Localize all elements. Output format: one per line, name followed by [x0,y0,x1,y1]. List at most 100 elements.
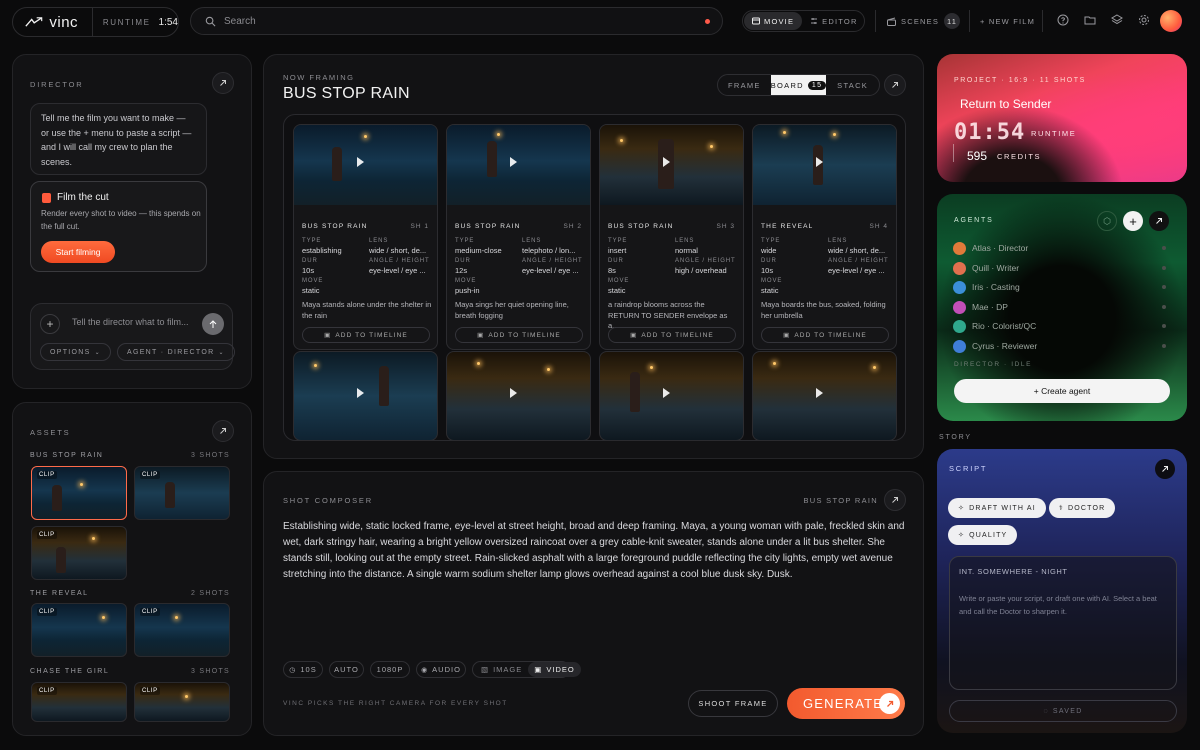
type-label: TYPE [608,238,628,244]
play-icon[interactable] [357,388,364,398]
dur-label: DUR [302,258,318,264]
asset-clip[interactable]: CLIP [31,526,127,580]
agent-item[interactable]: Mae · DP [953,300,1008,314]
assets-expand-button[interactable] [212,420,234,442]
lens-value: telephoto / lon... [522,246,576,255]
shot-card[interactable]: BUS STOP RAIN SH 1 TYPE establishing LEN… [293,124,438,350]
lamp-glow [773,362,776,365]
audio-chip[interactable]: ◉ AUDIO [416,661,466,678]
agent-dropdown[interactable]: AGENT · DIRECTOR ⌄ [117,343,235,361]
gear-icon[interactable] [1138,14,1150,26]
search-input[interactable] [224,15,694,27]
new-film-button[interactable]: + NEW FILM [980,10,1035,32]
agent-item[interactable]: Quill · Writer [953,261,1019,275]
script-expand-button[interactable] [1155,459,1175,479]
dur-label: DUR [608,258,624,264]
asset-clip[interactable]: CLIP [31,682,127,722]
image-option[interactable]: ▧ IMAGE [475,662,528,677]
play-icon[interactable] [816,388,823,398]
asset-clip[interactable]: CLIP [134,682,230,722]
hexagon-icon[interactable]: ⬡ [1097,211,1117,231]
shot-expand-button[interactable] [884,489,906,511]
lens-value: normal [675,246,698,255]
shot-prompt[interactable]: Establishing wide, static locked frame, … [283,519,908,583]
doctor-button[interactable]: ⚕ DOCTOR [1049,498,1116,518]
agent-item[interactable]: Iris · Casting [953,280,1020,294]
shot-card[interactable]: THE REVEAL SH 4 TYPE wide LENS wide / sh… [752,124,897,350]
play-icon[interactable] [816,157,823,167]
brand-name[interactable]: vinc [49,14,78,31]
asset-clip[interactable]: CLIP [31,603,127,657]
generate-button[interactable]: GENERATE [787,688,905,719]
play-icon[interactable] [357,157,364,167]
runtime-label: RUNTIME [1031,129,1077,138]
shot-card[interactable]: BUS STOP RAIN SH 2 TYPE medium-close LEN… [446,124,591,350]
shot-card[interactable] [446,351,591,440]
mode-editor[interactable]: EDITOR [802,12,865,30]
auto-chip[interactable]: AUTO [329,661,364,678]
director-input[interactable] [72,317,194,327]
asset-clip[interactable]: CLIP [134,466,230,520]
shot-card[interactable] [599,351,744,440]
duration-chip[interactable]: ◷ 10S [283,661,323,678]
help-icon[interactable] [1057,14,1069,26]
shot-card[interactable] [293,351,438,440]
shoot-frame-button[interactable]: SHOOT FRAME [688,690,778,717]
video-option[interactable]: ▣ VIDEO [528,662,581,677]
shot-scene: BUS STOP RAIN [608,223,674,230]
agent-item[interactable]: Rio · Colorist/QC [953,319,1036,333]
quality-button[interactable]: ✧ QUALITY [948,525,1018,545]
add-agent-button[interactable]: + [1123,211,1143,231]
shot-card[interactable] [752,351,897,440]
draft-with-ai-button[interactable]: ✧ DRAFT WITH AI [948,498,1046,518]
add-attachment-button[interactable]: + [40,314,60,334]
shot-thumbnail[interactable] [294,125,437,205]
start-filming-button[interactable]: Start filming [41,241,115,263]
resolution-chip[interactable]: 1080P [370,661,410,678]
folder-icon[interactable] [1084,14,1096,26]
play-icon[interactable] [510,388,517,398]
add-to-timeline-button[interactable]: ▣ ADD TO TIMELINE [608,327,736,343]
divider [969,10,970,32]
create-agent-button[interactable]: + Create agent [954,379,1170,403]
asset-clip[interactable]: CLIP [31,466,127,520]
asset-clip[interactable]: CLIP [134,603,230,657]
search-bar[interactable] [190,7,723,35]
agents-expand-button[interactable] [1149,211,1169,231]
tab-board[interactable]: BOARD 15 [770,75,827,95]
agent-item[interactable]: Cyrus · Reviewer [953,339,1037,353]
play-icon[interactable] [663,157,670,167]
shot-thumbnail[interactable] [600,125,743,205]
tab-stack[interactable]: STACK [826,75,879,95]
layers-icon[interactable] [1111,14,1123,26]
agents-label: AGENTS [954,217,994,224]
mode-movie[interactable]: MOVIE [744,12,803,30]
script-editor[interactable]: INT. SOMEWHERE - NIGHT Write or paste yo… [949,556,1177,690]
brand-block: vinc RUNTIME 1:54 [12,7,179,37]
add-to-timeline-button[interactable]: ▣ ADD TO TIMELINE [455,327,583,343]
play-icon[interactable] [510,157,517,167]
send-button[interactable] [202,313,224,335]
move-value: static [302,286,320,295]
shot-thumbnail[interactable] [753,125,896,205]
mode-editor-label: EDITOR [822,16,858,26]
scenes-button[interactable]: SCENES 11 [887,10,961,32]
agent-status-dot [1162,266,1166,270]
view-tabs: FRAME BOARD 15 STACK [717,74,880,96]
board-expand-button[interactable] [884,74,906,96]
tab-frame[interactable]: FRAME [718,75,771,95]
arrow-up-right-icon [892,82,898,88]
add-to-timeline-button[interactable]: ▣ ADD TO TIMELINE [302,327,430,343]
play-icon[interactable] [663,388,670,398]
add-to-timeline-button[interactable]: ▣ ADD TO TIMELINE [761,327,889,343]
clip-badge: CLIP [37,471,57,479]
director-expand-button[interactable] [212,72,234,94]
shot-thumbnail[interactable] [447,125,590,205]
shot-card[interactable]: BUS STOP RAIN SH 3 TYPE insert LENS norm… [599,124,744,350]
project-card[interactable]: PROJECT · 16:9 · 11 SHOTS Return to Send… [937,54,1187,182]
agent-item[interactable]: Atlas · Director [953,241,1028,255]
options-dropdown[interactable]: OPTIONS ⌄ [40,343,111,361]
lamp-glow [102,616,105,619]
film-icon [42,193,51,203]
user-avatar[interactable] [1160,10,1182,32]
